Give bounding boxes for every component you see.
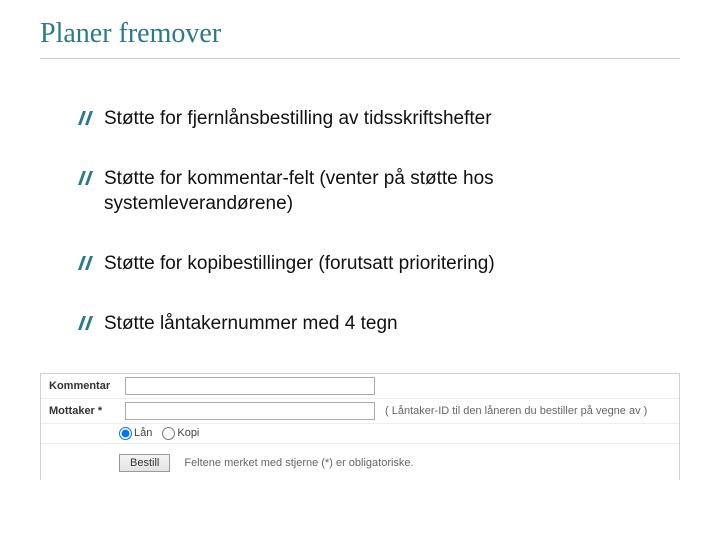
list-item-text: Støtte for fjernlånsbestilling av tidssk…: [104, 108, 492, 129]
list-item-text: Støtte for kommentar-felt (venter på stø…: [104, 168, 494, 213]
list-item: Støtte for kopibestillinger (forutsatt p…: [76, 252, 660, 276]
kommentar-label: Kommentar: [49, 380, 119, 392]
list-item: Støtte for kommentar-felt (venter på stø…: [76, 167, 660, 216]
row-kommentar: Kommentar: [41, 374, 679, 399]
title-rule: [40, 58, 680, 59]
row-mottaker: Mottaker * ( Låntaker-ID til den låneren…: [41, 399, 679, 424]
mottaker-hint: ( Låntaker-ID til den låneren du bestill…: [385, 405, 647, 417]
double-slash-icon: [76, 109, 94, 127]
double-slash-icon: [76, 169, 94, 187]
form-panel: Kommentar Mottaker * ( Låntaker-ID til d…: [40, 373, 680, 480]
list-item: Støtte låntakernummer med 4 tegn: [76, 312, 660, 336]
radio-lan[interactable]: Lån: [119, 427, 152, 440]
radio-kopi[interactable]: Kopi: [162, 427, 199, 440]
submit-button[interactable]: Bestill: [119, 454, 170, 472]
radio-lan-label: Lån: [134, 427, 152, 439]
radio-kopi-label: Kopi: [177, 427, 199, 439]
radio-lan-input[interactable]: [119, 427, 132, 440]
double-slash-icon: [76, 254, 94, 272]
radio-kopi-input[interactable]: [162, 427, 175, 440]
list-item-text: Støtte låntakernummer med 4 tegn: [104, 313, 398, 334]
double-slash-icon: [76, 314, 94, 332]
list-item: Støtte for fjernlånsbestilling av tidssk…: [76, 107, 660, 131]
bullet-list: Støtte for fjernlånsbestilling av tidssk…: [76, 107, 660, 337]
mottaker-input[interactable]: [125, 402, 375, 420]
required-note: Feltene merket med stjerne (*) er obliga…: [184, 457, 413, 469]
list-item-text: Støtte for kopibestillinger (forutsatt p…: [104, 253, 495, 274]
mottaker-label: Mottaker *: [49, 405, 119, 417]
kommentar-input[interactable]: [125, 377, 375, 395]
row-type: Lån Kopi: [41, 424, 679, 444]
row-actions: Bestill Feltene merket med stjerne (*) e…: [41, 444, 679, 480]
page-title: Planer fremover: [40, 18, 720, 50]
